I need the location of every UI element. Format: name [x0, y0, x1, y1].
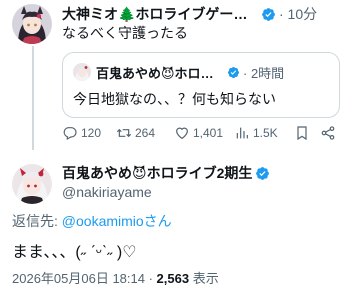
quoted-tweet-header: 百鬼あやめ😈ホロライ… · 2時間 [73, 63, 333, 81]
quoted-tweet[interactable]: 百鬼あやめ😈ホロライ… · 2時間 今日地獄なの、、？何も知らない [62, 52, 340, 118]
bookmark-button[interactable] [294, 122, 313, 144]
verified-badge-icon [256, 166, 270, 180]
bookmark-icon [297, 126, 307, 141]
retweet-button[interactable]: 264 [116, 122, 155, 144]
focal-author-name[interactable]: 百鬼あやめ😈ホロライブ2期生 [62, 163, 252, 183]
retweet-count: 264 [135, 126, 156, 140]
reply-tweet[interactable]: 大神ミオ🌲ホロライブゲーマ… · 10分 なるべく守護ったる 百鬼あやめ😈ホロラ… [0, 0, 350, 150]
avatar-ayame[interactable] [12, 164, 52, 204]
views-count: 1.5K [253, 126, 278, 140]
tweet-thread: 大神ミオ🌲ホロライブゲーマ… · 10分 なるべく守護ったる 百鬼あやめ😈ホロラ… [0, 0, 350, 294]
quoted-tweet-time[interactable]: · 2時間 [243, 63, 284, 82]
share-icon [321, 126, 335, 140]
reply-tweet-time[interactable]: · 10分 [279, 4, 317, 24]
like-icon [176, 127, 188, 140]
quoted-avatar [73, 63, 91, 81]
quoted-author-name[interactable]: 百鬼あやめ😈ホロライ… [96, 63, 224, 82]
focal-author-handle[interactable]: @nakiriayame [62, 184, 270, 200]
reply-target-link[interactable]: @ookamimioさん [62, 213, 172, 229]
avatar-mio[interactable] [12, 4, 52, 44]
reply-prefix: 返信先: [12, 213, 62, 229]
reply-icon [63, 127, 77, 141]
replying-to: 返信先: @ookamimioさん [12, 211, 172, 231]
reply-button[interactable]: 120 [62, 122, 101, 144]
focal-tweet-text: まま、、、(˶ ˊᵕˋ˶ )♡ [12, 244, 137, 261]
focal-tweet-header: 百鬼あやめ😈ホロライブ2期生 @nakiriayame [62, 163, 270, 200]
views-icon [236, 127, 248, 139]
like-button[interactable]: 1,401 [174, 122, 223, 144]
action-bar: 120 264 1,401 1.5K [62, 122, 346, 144]
quoted-tweet-text: 今日地獄なの、、？何も知らない [73, 91, 276, 107]
tweet-timestamp: 2026年05月06日 18:14 · 2,563 表示 [12, 268, 219, 287]
reply-tweet-text: なるべく守護ったる [62, 25, 188, 41]
reply-count: 120 [81, 126, 102, 140]
verified-badge-icon [262, 7, 275, 21]
thread-connector-line [32, 46, 34, 150]
retweet-icon [116, 128, 132, 138]
views-button[interactable]: 1.5K [234, 122, 278, 144]
share-button[interactable] [320, 122, 339, 144]
tweet-datetime[interactable]: 2026年05月06日 18:14 · [12, 271, 157, 286]
reply-tweet-header: 大神ミオ🌲ホロライブゲーマ… · 10分 [62, 4, 350, 24]
view-suffix: 表示 [189, 271, 219, 286]
verified-badge-icon [227, 66, 240, 78]
like-count: 1,401 [193, 126, 224, 140]
reply-author-name[interactable]: 大神ミオ🌲ホロライブゲーマ… [62, 4, 258, 24]
view-count: 2,563 [156, 271, 190, 286]
